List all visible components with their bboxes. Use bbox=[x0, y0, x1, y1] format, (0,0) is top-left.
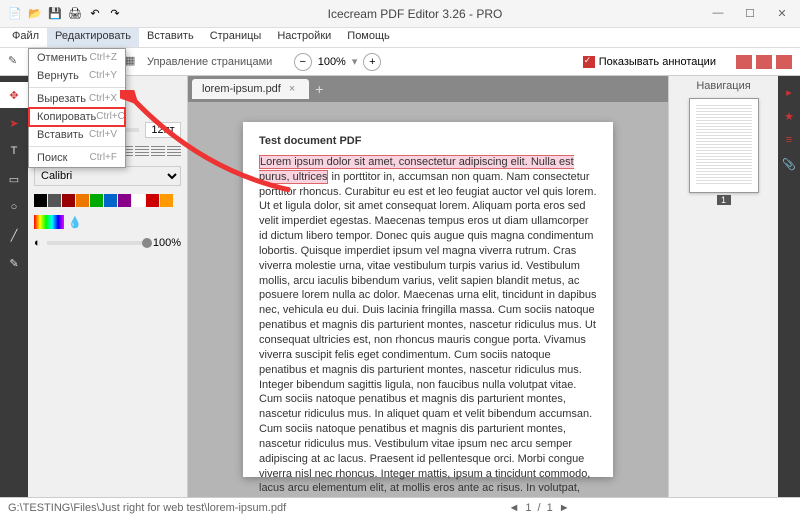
menu-insert[interactable]: Вставить bbox=[139, 28, 202, 47]
show-annotations-checkbox[interactable] bbox=[583, 56, 595, 68]
zoom-in-button[interactable]: + bbox=[363, 53, 381, 71]
swatch[interactable] bbox=[160, 194, 173, 207]
swatch[interactable] bbox=[34, 194, 47, 207]
show-annotations-label: Показывать аннотации bbox=[599, 56, 716, 68]
attach-icon[interactable]: 📎 bbox=[778, 154, 800, 174]
opacity-slider[interactable] bbox=[142, 238, 152, 248]
tab-add-button[interactable]: + bbox=[315, 81, 323, 97]
fontsize-input[interactable] bbox=[145, 122, 181, 138]
redo-icon[interactable]: ↷ bbox=[108, 7, 122, 21]
page-total: 1 bbox=[547, 502, 553, 514]
document-viewport[interactable]: Test document PDF Lorem ipsum dolor sit … bbox=[188, 102, 668, 497]
color-picker[interactable] bbox=[34, 215, 64, 229]
layers-icon[interactable]: ≡ bbox=[778, 130, 800, 150]
menu-undo[interactable]: ОтменитьCtrl+Z bbox=[29, 49, 125, 67]
menu-settings[interactable]: Настройки bbox=[269, 28, 339, 47]
page-current[interactable]: 1 bbox=[525, 502, 531, 514]
swatch[interactable] bbox=[104, 194, 117, 207]
tool-edit[interactable]: ✎ bbox=[8, 54, 24, 70]
layout-icon-1[interactable] bbox=[736, 55, 752, 69]
menu-paste[interactable]: ВставитьCtrl+V bbox=[29, 126, 125, 144]
app-icon: 📄 bbox=[8, 7, 22, 21]
bookmark-icon[interactable]: ★ bbox=[778, 106, 800, 126]
tab-close-icon[interactable]: × bbox=[289, 83, 295, 95]
print-icon[interactable]: 🖨 bbox=[68, 7, 82, 21]
align-right[interactable] bbox=[151, 146, 165, 158]
tab-label: lorem-ipsum.pdf bbox=[202, 83, 281, 95]
align-justify[interactable] bbox=[167, 146, 181, 158]
menu-help[interactable]: Помощь bbox=[339, 28, 398, 47]
pdf-page: Test document PDF Lorem ipsum dolor sit … bbox=[243, 122, 613, 477]
page-prev-icon[interactable]: ◄ bbox=[509, 502, 520, 514]
menu-pages[interactable]: Страницы bbox=[202, 28, 270, 47]
menu-find[interactable]: ПоискCtrl+F bbox=[29, 149, 125, 167]
save-icon[interactable]: 💾 bbox=[48, 7, 62, 21]
menu-copy[interactable]: КопироватьCtrl+C bbox=[29, 108, 125, 126]
tool-arrow[interactable]: ➤ bbox=[0, 110, 28, 136]
align-center[interactable] bbox=[135, 146, 149, 158]
nav-collapse-icon[interactable]: ▸ bbox=[778, 82, 800, 102]
swatch[interactable] bbox=[90, 194, 103, 207]
swatch[interactable] bbox=[76, 194, 89, 207]
nav-header: Навигация bbox=[696, 80, 750, 92]
document-tab[interactable]: lorem-ipsum.pdf × bbox=[192, 79, 309, 99]
close-icon[interactable]: ✕ bbox=[772, 7, 792, 20]
menu-edit[interactable]: Редактировать bbox=[47, 28, 139, 47]
undo-icon[interactable]: ↶ bbox=[88, 7, 102, 21]
zoom-value[interactable]: 100% bbox=[318, 56, 346, 68]
layout-icon-2[interactable] bbox=[756, 55, 772, 69]
opacity-value: 100% bbox=[153, 237, 181, 249]
opacity-icon: ◐ bbox=[34, 237, 41, 249]
page-thumbnail[interactable] bbox=[689, 98, 759, 193]
swatch[interactable] bbox=[118, 194, 131, 207]
thumb-number: 1 bbox=[717, 195, 731, 205]
menu-redo[interactable]: ВернутьCtrl+Y bbox=[29, 67, 125, 85]
tool-circle[interactable]: ○ bbox=[0, 194, 28, 220]
menu-file[interactable]: Файл bbox=[4, 28, 47, 47]
tool-pagemgr[interactable]: ▦Управление страницами bbox=[125, 54, 272, 70]
maximize-icon[interactable]: ☐ bbox=[740, 7, 760, 20]
doc-title: Test document PDF bbox=[259, 134, 597, 149]
menu-cut[interactable]: ВырезатьCtrl+X bbox=[29, 90, 125, 108]
dropper-icon[interactable]: 💧 bbox=[68, 216, 82, 229]
minimize-icon[interactable]: — bbox=[708, 7, 728, 20]
page-next-icon[interactable]: ► bbox=[559, 502, 570, 514]
tool-rect[interactable]: ▭ bbox=[0, 166, 28, 192]
swatch[interactable] bbox=[62, 194, 75, 207]
status-path: G:\TESTING\Files\Just right for web test… bbox=[8, 502, 286, 514]
tool-hand[interactable]: ✥ bbox=[0, 82, 28, 108]
doc-body[interactable]: in porttitor in, accumsan non quam. Nam … bbox=[259, 171, 597, 497]
layout-icon-3[interactable] bbox=[776, 55, 792, 69]
zoom-out-button[interactable]: − bbox=[294, 53, 312, 71]
tool-line[interactable]: ╱ bbox=[0, 222, 28, 248]
font-select[interactable]: Calibri bbox=[34, 166, 181, 186]
edit-dropdown: ОтменитьCtrl+Z ВернутьCtrl+Y ВырезатьCtr… bbox=[28, 48, 126, 168]
window-title: Icecream PDF Editor 3.26 - PRO bbox=[122, 7, 708, 21]
tool-pen[interactable]: ✎ bbox=[0, 250, 28, 276]
swatch[interactable] bbox=[132, 194, 145, 207]
open-icon[interactable]: 📂 bbox=[28, 7, 42, 21]
swatch[interactable] bbox=[48, 194, 61, 207]
color-swatches bbox=[34, 194, 174, 207]
tool-text[interactable]: T bbox=[0, 138, 28, 164]
swatch[interactable] bbox=[146, 194, 159, 207]
